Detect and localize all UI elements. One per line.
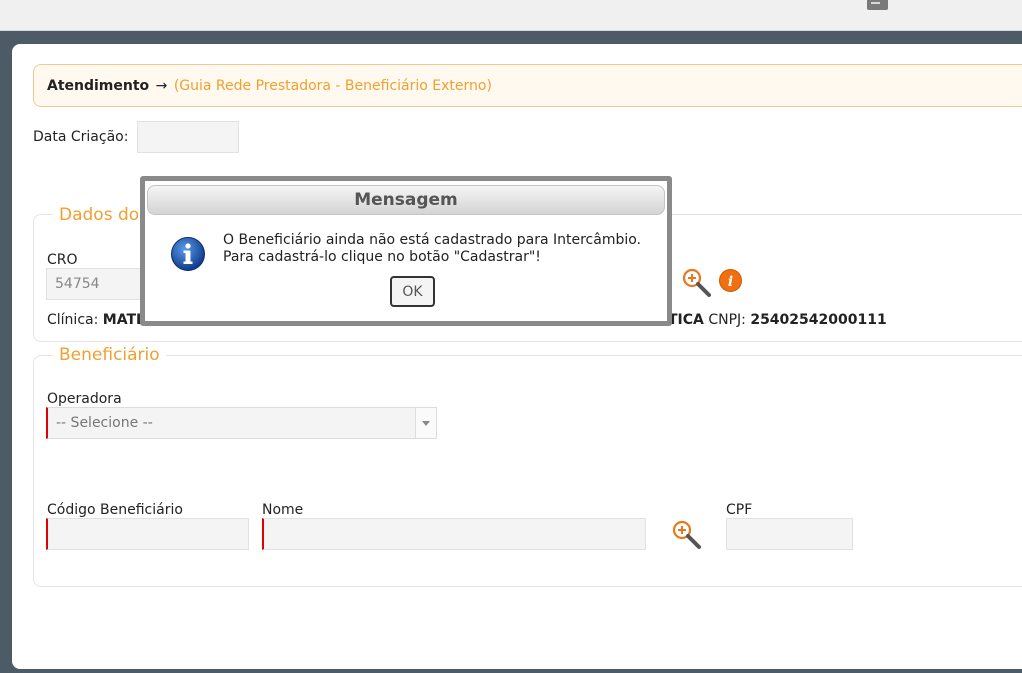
- clinica-suffix: TICA: [668, 312, 704, 328]
- dialog-title[interactable]: Mensagem: [147, 185, 665, 215]
- breadcrumb-page[interactable]: (Guia Rede Prestadora - Beneficiário Ext…: [174, 78, 492, 94]
- data-criacao-label: Data Criação:: [33, 129, 129, 145]
- dados-legend: Dados do: [53, 205, 146, 225]
- codigo-beneficiario-input[interactable]: [46, 518, 249, 550]
- clinica-label: Clínica:: [47, 312, 99, 328]
- beneficiario-legend: Beneficiário: [53, 345, 166, 365]
- nome-label: Nome: [262, 502, 304, 518]
- sidebar-strip: [0, 31, 12, 673]
- info-circle-icon: [171, 237, 205, 271]
- top-bar: [0, 0, 1022, 31]
- nome-input[interactable]: [262, 518, 646, 550]
- cpf-label: CPF: [726, 502, 753, 518]
- search-cro-button[interactable]: [680, 266, 711, 297]
- clinica-line: Clínica: MATL: [47, 312, 145, 328]
- magnifier-plus-icon: [672, 520, 701, 549]
- svg-text:i: i: [728, 274, 733, 290]
- operadora-label: Operadora: [47, 391, 122, 407]
- magnifier-plus-icon: [682, 268, 711, 297]
- info-button[interactable]: i: [718, 268, 743, 293]
- cro-label: CRO: [47, 252, 78, 268]
- breadcrumb-section: Atendimento: [47, 78, 150, 94]
- window-icon[interactable]: [867, 0, 888, 10]
- operadora-select[interactable]: -- Selecione --: [46, 407, 437, 439]
- breadcrumb: Atendimento → (Guia Rede Prestadora - Be…: [33, 64, 1022, 107]
- operadora-selected: -- Selecione --: [56, 415, 153, 431]
- clinica-value: MATL: [102, 312, 145, 328]
- search-beneficiario-button[interactable]: [670, 518, 701, 549]
- breadcrumb-arrow: →: [155, 78, 168, 94]
- cnpj-label: CNPJ:: [708, 312, 746, 328]
- info-icon: i: [719, 269, 742, 292]
- dialog-message: O Beneficiário ainda não está cadastrado…: [223, 232, 641, 266]
- dialog-message-line1: O Beneficiário ainda não está cadastrado…: [223, 232, 641, 248]
- beneficiario-fieldset: [33, 355, 1022, 587]
- message-dialog: Mensagem O Beneficiário ainda não está c…: [140, 176, 672, 326]
- codigo-label: Código Beneficiário: [47, 502, 183, 518]
- ok-button[interactable]: OK: [390, 276, 435, 307]
- cnpj-line: TICA CNPJ: 25402542000111: [668, 312, 887, 328]
- chevron-down-icon[interactable]: [415, 408, 436, 438]
- dialog-message-line2: Para cadastrá-lo clique no botão "Cadast…: [223, 249, 541, 265]
- data-criacao-input[interactable]: [137, 121, 239, 153]
- cnpj-value: 25402542000111: [750, 312, 887, 328]
- cpf-input[interactable]: [726, 518, 853, 550]
